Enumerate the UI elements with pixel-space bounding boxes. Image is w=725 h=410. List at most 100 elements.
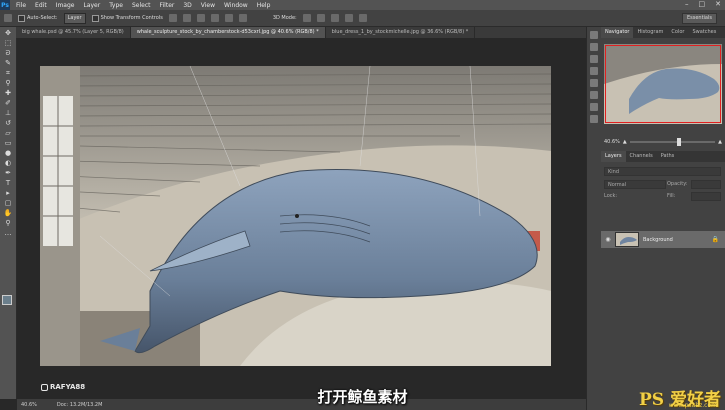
menu-edit[interactable]: Edit [35,2,47,9]
eye-icon[interactable]: ◉ [604,236,612,243]
auto-select-checkbox[interactable] [18,14,25,22]
3d-roll-icon[interactable] [316,14,325,22]
workspace-switcher[interactable]: Essentials [681,13,717,24]
photoshop-logo: Ps [0,0,10,10]
eraser-tool-icon[interactable]: ▱ [3,129,13,137]
right-panels: Navigator Histogram Color Swatches 40.6%… [601,27,725,410]
navigator-view-box[interactable] [605,45,721,123]
move-tool-icon[interactable]: ✥ [3,29,13,37]
adjustments-panel-icon[interactable] [590,103,598,111]
maximize-icon[interactable]: □ [699,0,706,8]
tab-whale-sculpture[interactable]: whale_sculpture_stock_by_chamberstock-d5… [130,27,326,38]
brush-panel-icon[interactable] [590,67,598,75]
tab-histogram[interactable]: Histogram [633,27,667,38]
zoom-in-icon[interactable]: ▲ [718,139,722,145]
3d-rotate-icon[interactable] [302,14,311,22]
align-center-icon[interactable] [224,14,233,22]
menu-select[interactable]: Select [132,2,151,9]
zoom-out-icon[interactable]: ▲ [623,139,627,145]
menu-bar: Ps File Edit Image Layer Type Select Fil… [0,0,725,10]
navigator-preview[interactable] [604,44,722,124]
move-tool-icon[interactable] [4,14,12,22]
document-tabs: big whale.psd @ 45.7% (Layer 5, RGB/8) w… [16,27,594,38]
opacity-label: Opacity: [667,181,688,187]
3d-mode-label: 3D Mode: [272,15,297,21]
whale-photo [40,66,551,366]
marquee-tool-icon[interactable]: ⬚ [3,39,13,47]
tab-blue-dress[interactable]: blue_dress_1_by_stockmichelle.jpg @ 36.6… [326,27,476,38]
menu-layer[interactable]: Layer [83,2,100,9]
fill-field[interactable] [691,192,721,201]
blend-mode-select[interactable]: Normal [604,180,666,189]
shape-tool-icon[interactable]: ▢ [3,199,13,207]
paragraph-panel-icon[interactable] [590,91,598,99]
tab-channels[interactable]: Channels [626,151,657,162]
history-brush-tool-icon[interactable]: ↺ [3,119,13,127]
menu-filter[interactable]: Filter [160,2,175,9]
menu-window[interactable]: Window [224,2,248,9]
3d-pan-icon[interactable] [330,14,339,22]
navigator-zoom-value[interactable]: 40.6% [604,139,620,145]
properties-panel-icon[interactable] [590,43,598,51]
align-bottom-icon[interactable] [196,14,205,22]
tab-color[interactable]: Color [667,27,688,38]
fill-label: Fill: [667,193,676,199]
layer-name: Background [643,236,673,243]
align-top-icon[interactable] [168,14,177,22]
window-controls: – □ ✕ [685,0,721,8]
3d-slide-icon[interactable] [344,14,353,22]
close-icon[interactable]: ✕ [715,0,721,8]
menu-3d[interactable]: 3D [183,2,191,9]
path-select-tool-icon[interactable]: ▸ [3,189,13,197]
type-tool-icon[interactable]: T [3,179,13,187]
dodge-tool-icon[interactable]: ◐ [3,159,13,167]
hand-tool-icon[interactable]: ✋ [3,209,13,217]
zoom-slider-handle[interactable] [676,138,681,146]
more-tools-icon[interactable]: … [3,229,13,237]
lock-icon[interactable]: 🔒 [712,236,719,243]
zoom-tool-icon[interactable]: ⚲ [3,219,13,227]
show-transform-option[interactable]: Show Transform Controls [91,14,163,22]
layer-row-background[interactable]: ◉ Background 🔒 [601,231,725,248]
menu-view[interactable]: View [201,2,215,9]
history-panel-icon[interactable] [590,31,598,39]
minimize-icon[interactable]: – [685,0,689,8]
clone-stamp-tool-icon[interactable]: ⊥ [3,109,13,117]
menu-help[interactable]: Help [257,2,271,9]
tab-layers[interactable]: Layers [601,151,626,162]
lasso-tool-icon[interactable]: ᘐ [3,49,13,57]
styles-panel-icon[interactable] [590,115,598,123]
menu-image[interactable]: Image [56,2,75,9]
pen-tool-icon[interactable]: ✒ [3,169,13,177]
lock-label: Lock: [604,193,618,199]
crop-tool-icon[interactable]: ⌗ [3,69,13,77]
menu-file[interactable]: File [16,2,26,9]
auto-select-option[interactable]: Auto-Select: [18,14,58,22]
document-canvas[interactable] [40,66,551,366]
blur-tool-icon[interactable]: ● [3,149,13,157]
quick-select-tool-icon[interactable]: ✎ [3,59,13,67]
auto-select-dropdown[interactable]: Layer [63,12,86,24]
eyedropper-tool-icon[interactable]: ⚲ [3,79,13,87]
character-panel-icon[interactable] [590,79,598,87]
align-middle-icon[interactable] [182,14,191,22]
canvas-area[interactable] [17,38,595,399]
tab-navigator[interactable]: Navigator [601,27,634,38]
brush-tool-icon[interactable]: ✐ [3,99,13,107]
foreground-color-swatch[interactable] [2,295,12,305]
show-transform-checkbox[interactable] [91,14,99,22]
align-left-icon[interactable] [210,14,219,22]
gradient-tool-icon[interactable]: ▭ [3,139,13,147]
zoom-slider[interactable] [629,138,716,146]
menu-type[interactable]: Type [109,2,123,9]
tab-big-whale[interactable]: big whale.psd @ 45.7% (Layer 5, RGB/8) [16,27,131,38]
tab-paths[interactable]: Paths [657,151,679,162]
align-right-icon[interactable] [238,14,247,22]
healing-brush-tool-icon[interactable]: ✚ [3,89,13,97]
opacity-field[interactable] [691,180,721,189]
options-bar: Auto-Select: Layer Show Transform Contro… [0,10,725,27]
3d-scale-icon[interactable] [358,14,367,22]
info-panel-icon[interactable] [590,55,598,63]
layer-filter-kind[interactable]: Kind [604,167,721,176]
tab-swatches[interactable]: Swatches [688,27,720,38]
